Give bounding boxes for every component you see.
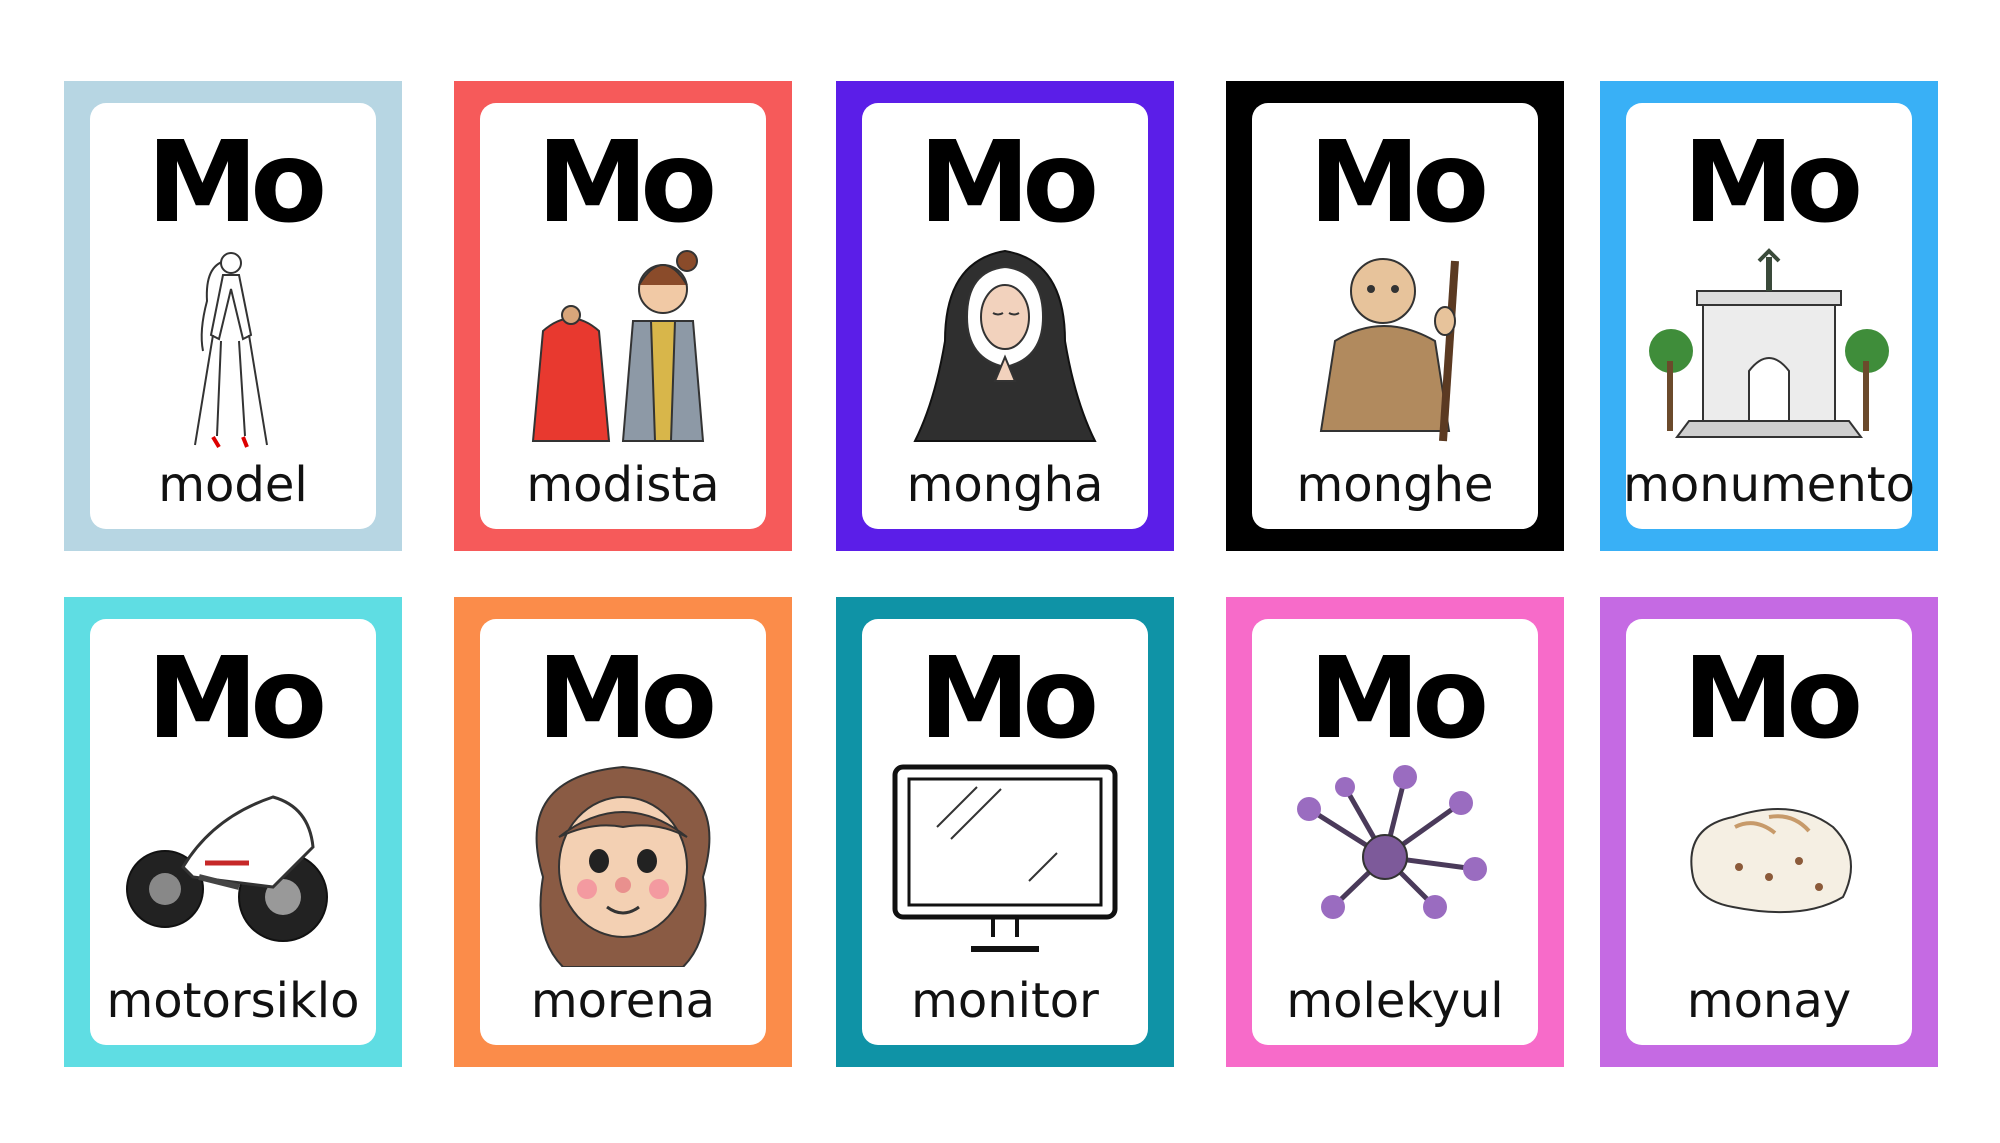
card-face: Mo monumento xyxy=(1623,103,1915,529)
card-face: Mo mongha xyxy=(862,103,1148,529)
word-label: morena xyxy=(530,973,716,1029)
word-label: mongha xyxy=(906,457,1104,513)
card-face: Mo monitor xyxy=(862,619,1148,1045)
flashcard-monitor: Mo monitor xyxy=(836,597,1174,1067)
card-face: Mo motorsiklo xyxy=(90,619,376,1045)
word-label: monitor xyxy=(911,973,1099,1029)
girl-face-icon xyxy=(503,757,743,967)
card-face: Mo molekyul xyxy=(1252,619,1538,1045)
word-label: model xyxy=(158,457,308,513)
flashcard-modista: Mo modista xyxy=(454,81,792,551)
syllable-label: Mo xyxy=(1682,118,1863,248)
flashcard-model: Mo model xyxy=(64,81,402,551)
flashcard-motorsiklo: Mo motorsiklo xyxy=(64,597,402,1067)
monument-icon xyxy=(1649,241,1889,451)
flashcard-sheet: Mo model Mo modista Mo mongha Mo monghe … xyxy=(0,0,2000,1143)
syllable-label: Mo xyxy=(1682,634,1863,764)
motorcycle-icon xyxy=(113,757,353,967)
molecule-icon xyxy=(1275,757,1515,967)
word-label: motorsiklo xyxy=(106,973,360,1029)
word-label: monumento xyxy=(1623,457,1915,513)
syllable-label: Mo xyxy=(146,118,327,248)
dressmaker-icon xyxy=(503,241,743,451)
syllable-label: Mo xyxy=(918,118,1099,248)
monitor-icon xyxy=(885,757,1125,967)
flashcard-morena: Mo morena xyxy=(454,597,792,1067)
syllable-label: Mo xyxy=(146,634,327,764)
flashcard-monay: Mo monay xyxy=(1600,597,1938,1067)
card-face: Mo model xyxy=(90,103,376,529)
word-label: molekyul xyxy=(1286,973,1504,1029)
card-face: Mo morena xyxy=(480,619,766,1045)
syllable-label: Mo xyxy=(918,634,1099,764)
word-label: monghe xyxy=(1296,457,1494,513)
bread-icon xyxy=(1649,757,1889,967)
syllable-label: Mo xyxy=(536,118,717,248)
syllable-label: Mo xyxy=(1308,118,1489,248)
flashcard-molekyul: Mo molekyul xyxy=(1226,597,1564,1067)
flashcard-mongha: Mo mongha xyxy=(836,81,1174,551)
card-face: Mo monghe xyxy=(1252,103,1538,529)
flashcard-monumento: Mo monumento xyxy=(1600,81,1938,551)
syllable-label: Mo xyxy=(1308,634,1489,764)
monk-icon xyxy=(1275,241,1515,451)
flashcard-monghe: Mo monghe xyxy=(1226,81,1564,551)
fashion-model-icon xyxy=(113,241,353,451)
card-face: Mo monay xyxy=(1626,619,1912,1045)
card-face: Mo modista xyxy=(480,103,766,529)
word-label: monay xyxy=(1686,973,1852,1029)
nun-icon xyxy=(885,241,1125,451)
word-label: modista xyxy=(526,457,720,513)
syllable-label: Mo xyxy=(536,634,717,764)
